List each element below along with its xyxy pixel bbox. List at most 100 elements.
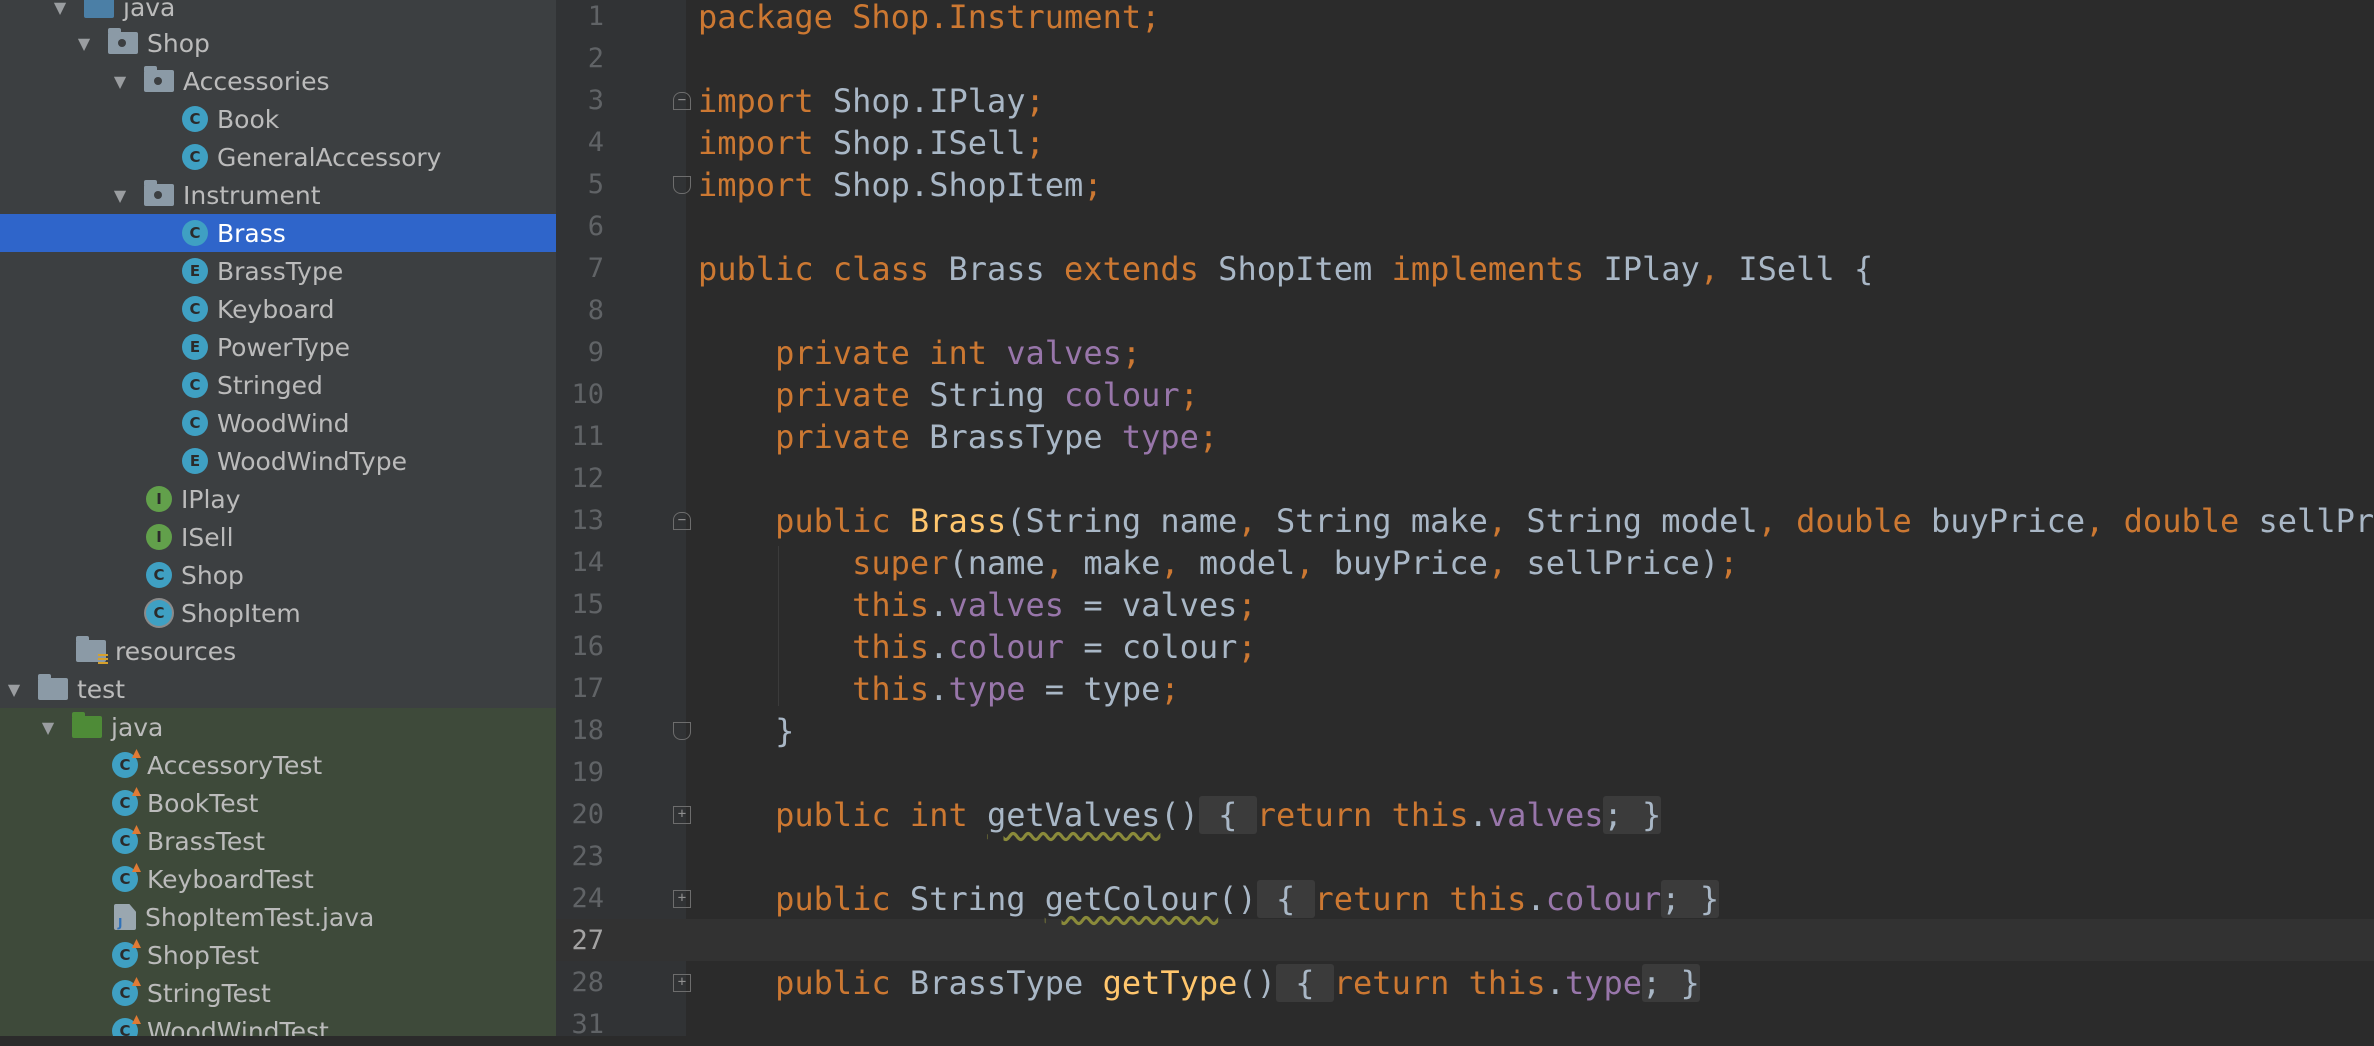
tree-item-class-woodwind[interactable]: C WoodWind bbox=[0, 404, 556, 442]
code-line-11[interactable]: private BrassType type; bbox=[698, 416, 1218, 458]
tree-item-stringtest[interactable]: C StringTest bbox=[0, 974, 556, 1012]
code-line-5[interactable]: import Shop.ShopItem; bbox=[698, 164, 1103, 206]
expand-arrow-icon[interactable]: ▼ bbox=[110, 185, 130, 205]
folded-region[interactable]: { bbox=[1256, 880, 1315, 918]
folded-region[interactable]: { bbox=[1275, 964, 1334, 1002]
fold-toggle-icon[interactable]: − bbox=[673, 512, 691, 530]
tree-item-label: BrassType bbox=[217, 256, 344, 286]
tree-item-enum-powertype[interactable]: E PowerType bbox=[0, 328, 556, 366]
unfold-icon[interactable]: + bbox=[673, 890, 691, 908]
tree-item-label: IPlay bbox=[181, 484, 241, 514]
expand-arrow-icon[interactable]: ▼ bbox=[110, 71, 130, 91]
tree-item-package-accessories[interactable]: ▼ Accessories bbox=[0, 62, 556, 100]
unfold-icon[interactable]: + bbox=[673, 806, 691, 824]
tree-item-enum-brasstype[interactable]: E BrassType bbox=[0, 252, 556, 290]
tree-item-woodwindtest[interactable]: C WoodWindTest bbox=[0, 1012, 556, 1036]
implements-keyword: implements bbox=[1391, 250, 1585, 288]
code-line-10[interactable]: private String colour; bbox=[698, 374, 1199, 416]
fold-end-icon[interactable] bbox=[673, 722, 691, 740]
extends-keyword: extends bbox=[1064, 250, 1199, 288]
tree-item-accessorytest[interactable]: C AccessoryTest bbox=[0, 746, 556, 784]
semicolon: ; bbox=[1179, 376, 1199, 414]
code-line-15[interactable]: this.valves = valves; bbox=[698, 584, 1257, 626]
tree-item-class-generalaccessory[interactable]: C GeneralAccessory bbox=[0, 138, 556, 176]
code-line-9[interactable]: private int valves; bbox=[698, 332, 1141, 374]
dot: . bbox=[929, 628, 949, 666]
tree-item-label: ISell bbox=[181, 522, 234, 552]
code-line-1[interactable]: package Shop.Instrument; bbox=[698, 0, 1160, 38]
code-line-4[interactable]: import Shop.ISell; bbox=[698, 122, 1045, 164]
code-line-16[interactable]: this.colour = colour; bbox=[698, 626, 1257, 668]
return-keyword: return this bbox=[1333, 964, 1546, 1002]
resources-folder-icon bbox=[76, 636, 108, 664]
expand-arrow-icon[interactable]: ▼ bbox=[4, 679, 24, 699]
folded-region[interactable]: { bbox=[1198, 796, 1257, 834]
field-name: colour bbox=[1545, 880, 1662, 918]
tree-item-label: KeyboardTest bbox=[147, 864, 314, 894]
semicolon: ; bbox=[1121, 334, 1142, 372]
expand-arrow-icon[interactable]: ▼ bbox=[38, 717, 58, 737]
tree-item-interface-isell[interactable]: I ISell bbox=[0, 518, 556, 556]
tree-item-booktest[interactable]: C BookTest bbox=[0, 784, 556, 822]
code-line-18[interactable]: } bbox=[698, 710, 794, 752]
code-line-3[interactable]: import Shop.IPlay; bbox=[698, 80, 1045, 122]
tree-item-shoptest[interactable]: C ShopTest bbox=[0, 936, 556, 974]
parameter: String make bbox=[1275, 502, 1488, 540]
fold-end-icon[interactable] bbox=[673, 176, 691, 194]
tree-item-package-shop[interactable]: ▼ Shop bbox=[0, 24, 556, 62]
tree-item-class-brass[interactable]: C Brass bbox=[0, 214, 556, 252]
code-line-24[interactable]: public String getColour() { return this.… bbox=[698, 878, 1720, 920]
test-source-folder-icon bbox=[72, 712, 102, 738]
interface-icon: I bbox=[146, 486, 172, 512]
code-line-14[interactable]: super(name, make, model, buyPrice, sellP… bbox=[698, 542, 1738, 584]
line-number: 15 bbox=[571, 589, 604, 620]
semicolon: ; bbox=[1237, 628, 1257, 666]
field-name: valves bbox=[1487, 796, 1604, 834]
tree-item-resources[interactable]: resources bbox=[0, 632, 556, 670]
semicolon: ; bbox=[1719, 544, 1739, 582]
modifier-keyword: public bbox=[698, 964, 910, 1002]
code-line-7[interactable]: public class Brass extends ShopItem impl… bbox=[698, 248, 1873, 290]
fold-toggle-icon[interactable]: − bbox=[673, 92, 691, 110]
expand-arrow-icon[interactable]: ▼ bbox=[50, 0, 70, 17]
super-keyword: super bbox=[698, 544, 949, 582]
semicolon: ; bbox=[1025, 124, 1045, 162]
tree-item-enum-woodwindtype[interactable]: E WoodWindType bbox=[0, 442, 556, 480]
tree-item-class-shop[interactable]: C Shop bbox=[0, 556, 556, 594]
line-number: 28 bbox=[571, 967, 604, 998]
test-class-icon: C bbox=[112, 980, 138, 1006]
tree-item-src-java[interactable]: ▼ java bbox=[0, 0, 556, 26]
line-number: 20 bbox=[571, 799, 604, 830]
semicolon: ; bbox=[1141, 0, 1161, 36]
tree-item-label: ShopItem bbox=[181, 598, 301, 628]
tree-item-interface-iplay[interactable]: I IPlay bbox=[0, 480, 556, 518]
code-line-28[interactable]: public BrassType getType() { return this… bbox=[698, 962, 1700, 1004]
argument: (name bbox=[948, 544, 1045, 582]
import-path: Shop.IPlay bbox=[813, 82, 1026, 120]
folded-region[interactable]: ; } bbox=[1603, 796, 1662, 834]
code-line-13[interactable]: public Brass(String name, String make, S… bbox=[698, 500, 2374, 542]
tree-item-keyboardtest[interactable]: C KeyboardTest bbox=[0, 860, 556, 898]
unfold-icon[interactable]: + bbox=[673, 974, 691, 992]
test-class-icon: C bbox=[112, 752, 138, 778]
tree-item-shopitemtest-java[interactable]: ShopItemTest.java bbox=[0, 898, 556, 936]
code-line-17[interactable]: this.type = type; bbox=[698, 668, 1180, 710]
tree-item-test[interactable]: ▼ test bbox=[0, 670, 556, 708]
tree-item-class-shopitem[interactable]: C ShopItem bbox=[0, 594, 556, 632]
argument: buyPrice bbox=[1333, 544, 1488, 582]
tree-item-package-instrument[interactable]: ▼ Instrument bbox=[0, 176, 556, 214]
tree-item-brasstest[interactable]: C BrassTest bbox=[0, 822, 556, 860]
folded-region[interactable]: ; } bbox=[1661, 880, 1720, 918]
folded-region[interactable]: ; } bbox=[1642, 964, 1700, 1002]
enum-icon: E bbox=[182, 448, 208, 474]
expand-arrow-icon[interactable]: ▼ bbox=[74, 33, 94, 53]
parens: () bbox=[1160, 796, 1199, 834]
tree-item-class-keyboard[interactable]: C Keyboard bbox=[0, 290, 556, 328]
code-line-20[interactable]: public int getValves() { return this.val… bbox=[698, 794, 1662, 836]
tree-item-class-stringed[interactable]: C Stringed bbox=[0, 366, 556, 404]
line-number: 17 bbox=[571, 673, 604, 704]
line-number: 16 bbox=[571, 631, 604, 662]
tree-item-test-java[interactable]: ▼ java bbox=[0, 708, 556, 746]
tree-item-class-book[interactable]: C Book bbox=[0, 100, 556, 138]
test-class-icon: C bbox=[112, 828, 138, 854]
